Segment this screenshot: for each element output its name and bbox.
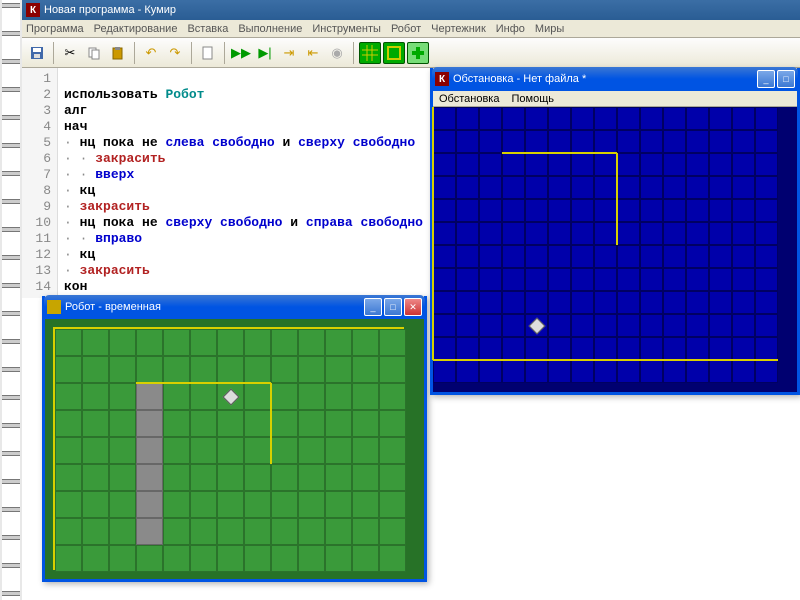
cut-icon[interactable]: ✂ — [59, 42, 81, 64]
menu-item[interactable]: Миры — [535, 23, 564, 35]
file-icon[interactable] — [197, 42, 219, 64]
spiral-binding — [2, 0, 20, 600]
step2-icon[interactable]: ⇥ — [278, 42, 300, 64]
env-window-title-text: Обстановка - Нет файла * — [453, 73, 586, 85]
code-editor[interactable]: 1234567891011121314 использовать Робот а… — [22, 68, 449, 298]
close-button[interactable]: ✕ — [404, 298, 422, 316]
robot-window[interactable]: Робот - временная _ □ ✕ — [42, 296, 427, 582]
code-area[interactable]: использовать Робот алг нач · нц пока не … — [58, 68, 429, 298]
environment-window[interactable]: К Обстановка - Нет файла * _ □ Обстановк… — [430, 68, 800, 395]
step-icon[interactable]: ▶| — [254, 42, 276, 64]
line-gutter: 1234567891011121314 — [22, 68, 58, 298]
robot-window-title[interactable]: Робот - временная _ □ ✕ — [44, 295, 425, 319]
maximize-button[interactable]: □ — [777, 70, 795, 88]
menu-item[interactable]: Инструменты — [312, 23, 381, 35]
main-toolbar: ✂ ↶ ↷ ▶▶ ▶| ⇥ ⇤ ◉ — [22, 38, 800, 68]
main-menubar[interactable]: Программа Редактирование Вставка Выполнение… — [22, 20, 800, 38]
grid2-icon[interactable] — [383, 42, 405, 64]
environment-field[interactable] — [433, 107, 797, 392]
robot-window-icon — [47, 300, 61, 314]
copy-icon[interactable] — [83, 42, 105, 64]
window-title: Новая программа - Кумир — [44, 4, 176, 16]
stop-icon[interactable]: ◉ — [326, 42, 348, 64]
robot-window-title-text: Робот - временная — [65, 301, 161, 313]
main-titlebar: К Новая программа - Кумир — [22, 0, 800, 20]
minimize-button[interactable]: _ — [364, 298, 382, 316]
app-icon: К — [26, 3, 40, 17]
save-icon[interactable] — [26, 42, 48, 64]
paste-icon[interactable] — [107, 42, 129, 64]
menu-item[interactable]: Чертежник — [431, 23, 486, 35]
menu-item[interactable]: Программа — [26, 23, 84, 35]
robot-field[interactable] — [45, 319, 424, 579]
env-menubar[interactable]: Обстановка Помощь — [433, 91, 797, 107]
undo-icon[interactable]: ↶ — [140, 42, 162, 64]
menu-item[interactable]: Вставка — [187, 23, 228, 35]
run-icon[interactable]: ▶▶ — [230, 42, 252, 64]
grid3-icon[interactable] — [407, 42, 429, 64]
menu-item[interactable]: Обстановка — [439, 93, 499, 105]
env-window-icon: К — [435, 72, 449, 86]
menu-item[interactable]: Выполнение — [238, 23, 302, 35]
minimize-button[interactable]: _ — [757, 70, 775, 88]
grid1-icon[interactable] — [359, 42, 381, 64]
menu-item[interactable]: Редактирование — [94, 23, 178, 35]
env-window-title[interactable]: К Обстановка - Нет файла * _ □ — [432, 67, 798, 91]
menu-item[interactable]: Робот — [391, 23, 421, 35]
menu-item[interactable]: Инфо — [496, 23, 525, 35]
redo-icon[interactable]: ↷ — [164, 42, 186, 64]
menu-item[interactable]: Помощь — [511, 93, 554, 105]
maximize-button[interactable]: □ — [384, 298, 402, 316]
step3-icon[interactable]: ⇤ — [302, 42, 324, 64]
